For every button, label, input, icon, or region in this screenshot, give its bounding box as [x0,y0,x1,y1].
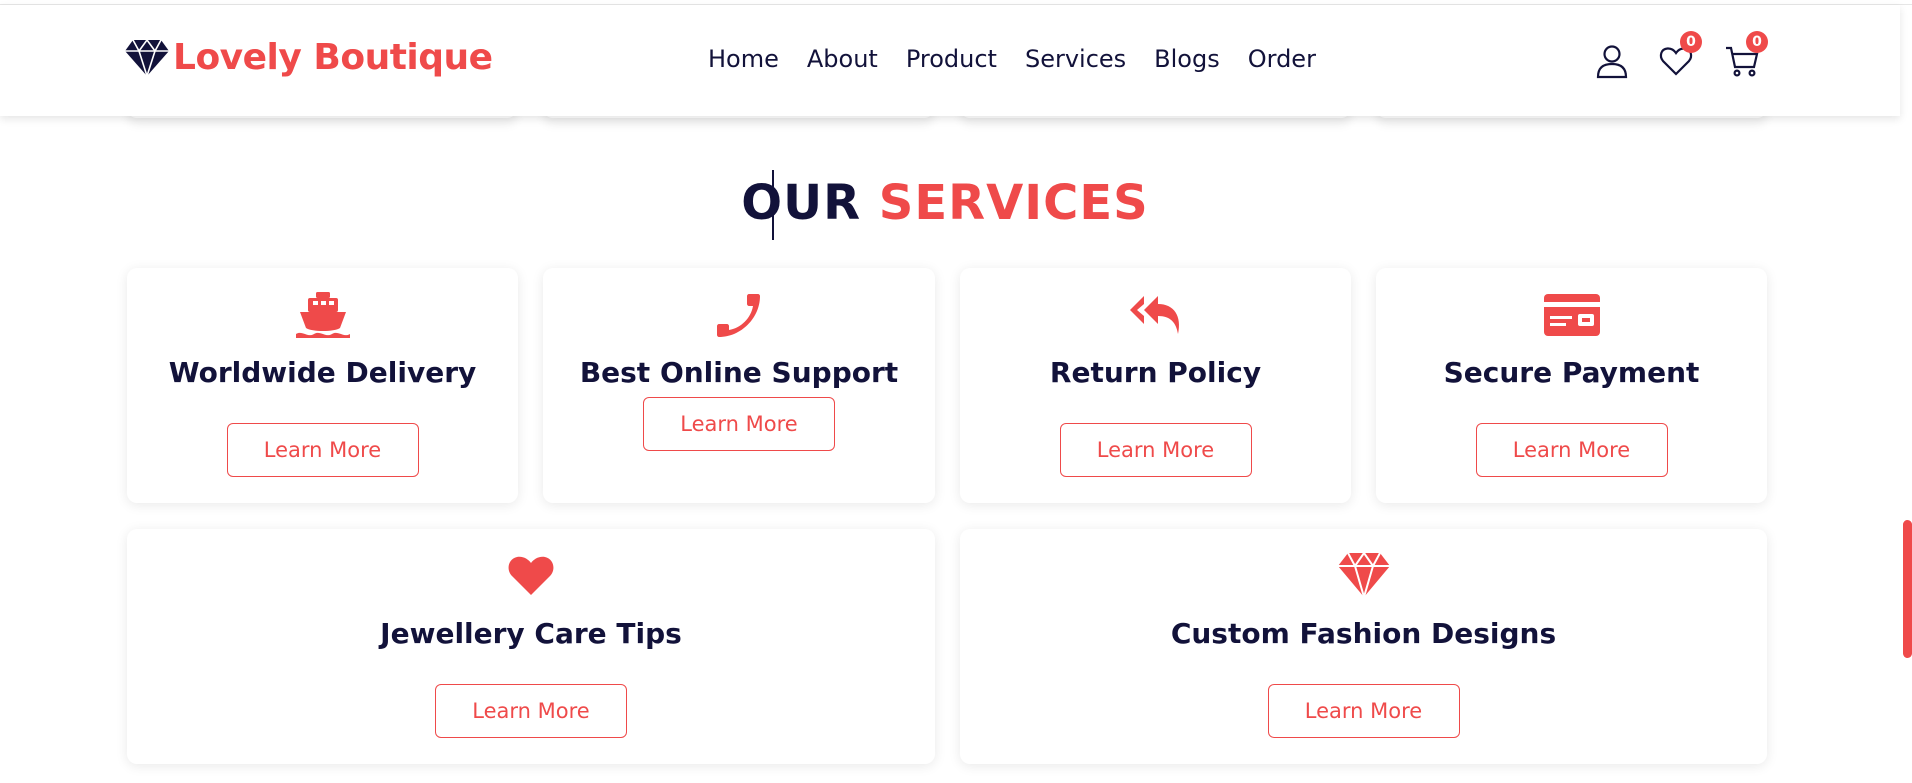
learn-more-button[interactable]: Learn More [643,397,835,451]
cart-count-badge: 0 [1746,31,1768,53]
service-card: Jewellery Care Tips Learn More [127,529,935,764]
nav-home[interactable]: Home [708,45,779,73]
service-card: Best Online Support Learn More [543,268,935,503]
nav-order[interactable]: Order [1248,45,1316,73]
service-title: Return Policy [1049,356,1262,389]
wishlist-count-badge: 0 [1680,31,1702,53]
service-card: Secure Payment Learn More [1376,268,1767,503]
credit-card-icon [1543,294,1600,336]
service-title: Secure Payment [1443,356,1700,389]
phone-icon [715,292,763,338]
reply-all-icon [1129,294,1182,336]
text-cursor [772,170,774,240]
ship-icon [294,292,352,338]
page-scrollbar[interactable] [1903,520,1912,658]
service-card: Custom Fashion Designs Learn More [960,529,1767,764]
learn-more-button[interactable]: Learn More [1059,423,1252,477]
service-title: Best Online Support [579,356,899,389]
learn-more-button[interactable]: Learn More [226,423,419,477]
nav-product[interactable]: Product [906,45,997,73]
main-nav: Home About Product Services Blogs Order [708,45,1316,73]
nav-about[interactable]: About [807,45,878,73]
nav-services[interactable]: Services [1025,45,1126,73]
nav-blogs[interactable]: Blogs [1154,45,1220,73]
title-part-1: OUR [741,175,862,231]
wishlist-button[interactable]: 0 [1658,31,1702,81]
service-title: Custom Fashion Designs [1170,617,1557,650]
user-icon[interactable] [1594,43,1630,81]
service-card: Return Policy Learn More [960,268,1351,503]
learn-more-button[interactable]: Learn More [1267,684,1460,738]
learn-more-button[interactable]: Learn More [435,684,627,738]
gem-logo-icon [125,38,169,78]
section-title: OUR SERVICES [0,175,1890,231]
service-title: Jewellery Care Tips [380,617,682,650]
heart-icon [507,553,555,597]
logo[interactable]: Lovely Boutique [125,37,493,78]
brand-name: Lovely Boutique [173,37,493,78]
gem-icon [1337,551,1390,599]
learn-more-button[interactable]: Learn More [1475,423,1668,477]
service-title: Worldwide Delivery [168,356,477,389]
service-card: Worldwide Delivery Learn More [127,268,518,503]
site-header: Lovely Boutique Home About Product Servi… [0,5,1900,116]
cart-button[interactable]: 0 [1724,31,1768,81]
title-part-2: SERVICES [878,175,1149,231]
